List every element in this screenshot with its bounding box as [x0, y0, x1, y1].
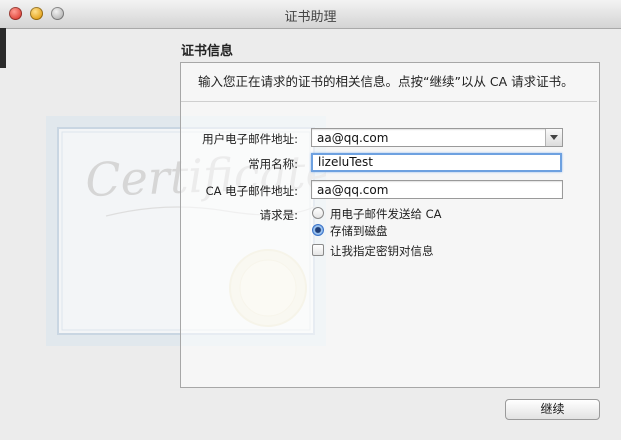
- window-title: 证书助理: [284, 10, 337, 25]
- ca-email-label: CA 电子邮件地址:: [205, 184, 298, 198]
- divider: [181, 101, 597, 102]
- section-title: 证书信息: [181, 44, 234, 59]
- user-email-value: aa@qq.com: [317, 131, 389, 145]
- radio-email-to-ca[interactable]: [312, 207, 324, 219]
- user-email-label: 用户电子邮件地址:: [202, 132, 298, 146]
- ca-email-field[interactable]: aa@qq.com: [311, 180, 563, 199]
- background-window-edge: [0, 28, 6, 68]
- title-bar: 证书助理: [0, 0, 621, 29]
- combo-dropdown-button[interactable]: [545, 129, 562, 146]
- common-name-label: 常用名称:: [248, 157, 298, 171]
- instruction-text: 输入您正在请求的证书的相关信息。点按“继续”以从 CA 请求证书。: [198, 74, 574, 89]
- option-save-to-disk-label: 存储到磁盘: [330, 224, 388, 238]
- option-email-to-ca-label: 用电子邮件发送给 CA: [330, 207, 442, 221]
- ca-email-value: aa@qq.com: [317, 183, 389, 197]
- request-type-label: 请求是:: [259, 208, 298, 222]
- option-specify-key-pair-label: 让我指定密钥对信息: [330, 244, 434, 258]
- common-name-field[interactable]: lizeluTest: [311, 153, 562, 172]
- common-name-value: lizeluTest: [318, 155, 373, 169]
- continue-button[interactable]: 继续: [505, 399, 600, 420]
- user-email-combobox[interactable]: aa@qq.com: [311, 128, 563, 147]
- radio-save-to-disk[interactable]: [312, 224, 324, 236]
- chevron-down-icon: [550, 135, 558, 140]
- certificate-assistant-window: 证书助理 Certificate 证书信息 输入您正在请求的证书的相关信息。点按…: [0, 0, 621, 440]
- checkbox-specify-key-pair[interactable]: [312, 244, 324, 256]
- form-panel: [180, 62, 600, 388]
